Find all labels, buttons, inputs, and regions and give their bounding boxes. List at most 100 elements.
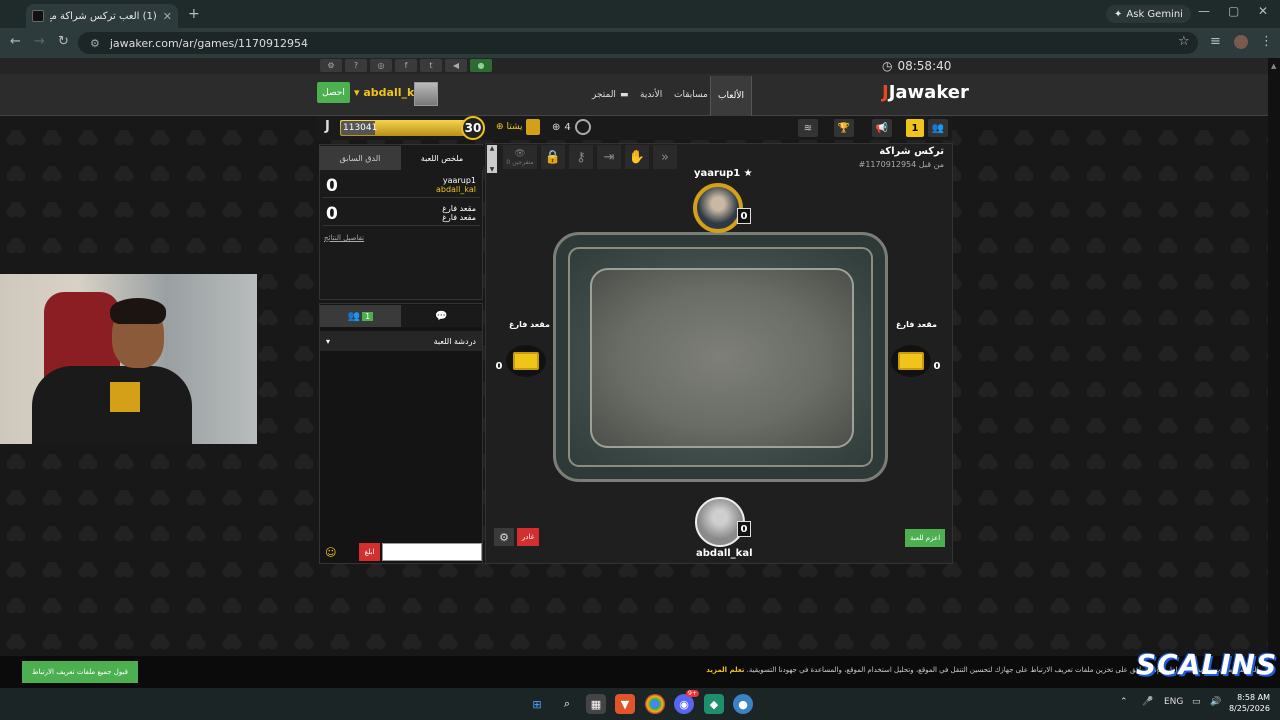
invite-button[interactable]: اعزم للعبة bbox=[905, 529, 946, 547]
chevron-down-icon: ▾ bbox=[354, 86, 360, 99]
announce-icon[interactable]: 📢 bbox=[872, 119, 892, 137]
profile-avatar[interactable] bbox=[1234, 35, 1248, 49]
site-header bbox=[0, 74, 1268, 116]
gear-icon[interactable]: ⚙ bbox=[494, 528, 514, 546]
person-hair bbox=[110, 298, 166, 324]
app-icon[interactable]: ● bbox=[733, 694, 753, 714]
fast-forward-icon[interactable]: » bbox=[653, 145, 677, 169]
top-player-score: 0 bbox=[737, 208, 751, 224]
login-button[interactable]: احصل bbox=[317, 82, 350, 103]
bookmark-star-icon[interactable]: ☆ bbox=[1178, 34, 1190, 49]
nav-competitions[interactable]: مسابقات bbox=[674, 84, 708, 106]
new-tab-icon[interactable]: + bbox=[188, 6, 200, 22]
notification-count[interactable]: 1 bbox=[906, 119, 924, 137]
stars-button[interactable]: ⊕ 4 bbox=[552, 119, 591, 135]
site-info-icon[interactable]: ⚙ bbox=[90, 37, 100, 50]
level-badge: 30 bbox=[461, 116, 485, 140]
instagram-icon[interactable]: ◎ bbox=[370, 59, 392, 72]
top-player-avatar[interactable] bbox=[693, 183, 743, 233]
trophy-icon[interactable]: 🏆 bbox=[834, 119, 854, 137]
windows-start-icon[interactable]: ⊞ bbox=[527, 694, 547, 714]
facebook-icon[interactable]: f bbox=[395, 59, 417, 72]
chat-room-select[interactable]: ▾ دردشة اللعبة bbox=[320, 331, 482, 351]
nav-games-label: الألعاب bbox=[718, 91, 744, 101]
table-felt[interactable] bbox=[590, 268, 854, 448]
nav-store[interactable]: المتجر ▬ bbox=[592, 84, 628, 106]
reload-icon[interactable]: ↻ bbox=[58, 34, 69, 49]
address-bar[interactable]: ⚙ jawaker.com/ar/games/1170912954 bbox=[78, 32, 1198, 54]
tray-overflow-icon[interactable]: ⌃ bbox=[1120, 697, 1128, 707]
minimize-icon[interactable]: — bbox=[1198, 4, 1210, 18]
leave-button[interactable]: غادر bbox=[517, 528, 540, 546]
nav-games[interactable]: الألعاب bbox=[710, 76, 752, 116]
back-icon[interactable]: ← bbox=[10, 34, 21, 49]
forward-icon[interactable]: → bbox=[34, 34, 45, 49]
tab-game-summary[interactable]: ملخص اللعبة bbox=[401, 146, 483, 170]
window-close-icon[interactable]: ✕ bbox=[1258, 4, 1268, 18]
tab-previous-round[interactable]: الدق السابق bbox=[319, 146, 401, 170]
online-count: 1 bbox=[362, 311, 374, 321]
social-links: ⚙ ? ◎ f t ◀ ● bbox=[320, 59, 492, 72]
emoji-icon[interactable]: ☺ bbox=[325, 546, 336, 559]
scroll-up-icon[interactable]: ▲ bbox=[490, 145, 495, 152]
ask-gemini-button[interactable]: ✦ Ask Gemini bbox=[1106, 5, 1191, 23]
login-label: احصل bbox=[322, 87, 345, 98]
scroll-down-icon[interactable]: ▼ bbox=[490, 166, 495, 173]
hand-icon[interactable]: ✋ bbox=[625, 145, 649, 169]
chevron-down-icon: ▾ bbox=[326, 336, 331, 346]
mic-icon[interactable]: 🎤 bbox=[1142, 697, 1153, 707]
network-icon[interactable]: ▭ bbox=[1192, 697, 1201, 707]
right-seat-computer-icon[interactable] bbox=[891, 345, 931, 377]
scroll-up-icon[interactable]: ▲ bbox=[1271, 62, 1276, 70]
page-scrollbar[interactable] bbox=[1268, 58, 1280, 656]
report-label: ابلغ bbox=[364, 548, 375, 556]
taskbar-time: 8:58 AM bbox=[1237, 693, 1270, 702]
browser-menu-icon[interactable]: ⋮ bbox=[1260, 34, 1273, 49]
logo-text: Jawaker bbox=[888, 82, 969, 103]
nav-clubs[interactable]: الأندية bbox=[640, 84, 662, 106]
game-toolbar: 👁 0 متفرجين 🔒 ⚷ ⇥ ✋ » bbox=[503, 145, 677, 169]
browser-tab[interactable]: ✕ (1) العب تركس شراكة مع أصدقائ bbox=[26, 4, 178, 28]
friends-icon[interactable]: 👥 bbox=[928, 119, 948, 137]
help-icon[interactable]: ? bbox=[345, 59, 367, 72]
twitter-icon[interactable]: t bbox=[420, 59, 442, 72]
rss-icon[interactable]: ≋ bbox=[798, 119, 818, 137]
taskbar-date: 8/25/2026 bbox=[1228, 704, 1270, 713]
learn-more-link[interactable]: تعلم المزيد bbox=[706, 666, 744, 674]
brave-icon[interactable]: ▼ bbox=[615, 694, 635, 714]
chat-input[interactable] bbox=[382, 543, 482, 561]
settings-icon[interactable]: ⚙ bbox=[320, 59, 342, 72]
media-icon[interactable]: ≡ bbox=[1210, 34, 1221, 49]
key-icon[interactable]: ⚷ bbox=[569, 145, 593, 169]
team-names: مقعد فارغ مقعد فارغ bbox=[442, 204, 476, 222]
search-icon[interactable]: ⌕ bbox=[557, 694, 577, 714]
accept-cookies-button[interactable]: قبول جميع ملفات تعريف الارتباط bbox=[22, 661, 138, 683]
exit-door-icon[interactable]: ⇥ bbox=[597, 145, 621, 169]
cart-icon: ▬ bbox=[619, 90, 629, 100]
chrome-icon[interactable] bbox=[645, 694, 665, 714]
jawaker-logo[interactable]: JJawaker bbox=[882, 82, 969, 103]
maximize-icon[interactable]: ▢ bbox=[1228, 4, 1239, 18]
team-player-2: مقعد فارغ bbox=[442, 213, 476, 222]
tab-close-icon[interactable]: ✕ bbox=[163, 10, 172, 23]
volume-icon[interactable]: 🔊 bbox=[1210, 697, 1221, 707]
discord-icon[interactable]: ◉ bbox=[674, 694, 694, 714]
language-indicator[interactable]: ENG bbox=[1164, 697, 1183, 707]
tab-online-users[interactable]: 👥 1 bbox=[320, 305, 401, 327]
gamepad-icon[interactable]: ● bbox=[470, 59, 492, 72]
taskbar-clock[interactable]: 8:58 AM 8/25/2026 bbox=[1226, 692, 1270, 714]
sound-icon[interactable]: ◀ bbox=[445, 59, 467, 72]
score-details-link[interactable]: تفاصيل النتائج bbox=[324, 234, 364, 242]
user-avatar[interactable] bbox=[414, 82, 438, 106]
xbox-icon[interactable]: ◆ bbox=[704, 694, 724, 714]
report-button[interactable]: ابلغ bbox=[359, 543, 380, 561]
store-icon[interactable]: ▦ bbox=[586, 694, 606, 714]
board-scroller[interactable]: ▲ ▼ bbox=[487, 145, 497, 173]
lock-icon[interactable]: 🔒 bbox=[541, 145, 565, 169]
tab-chat[interactable]: 💬 bbox=[401, 305, 482, 327]
spectators[interactable]: 👁 0 متفرجين bbox=[503, 145, 537, 169]
vip-button[interactable]: ⊕ يشتا bbox=[496, 119, 540, 135]
team-player-1: مقعد فارغ bbox=[442, 204, 476, 213]
left-seat-computer-icon[interactable] bbox=[506, 345, 546, 377]
chat-room-label: دردشة اللعبة bbox=[433, 336, 476, 346]
